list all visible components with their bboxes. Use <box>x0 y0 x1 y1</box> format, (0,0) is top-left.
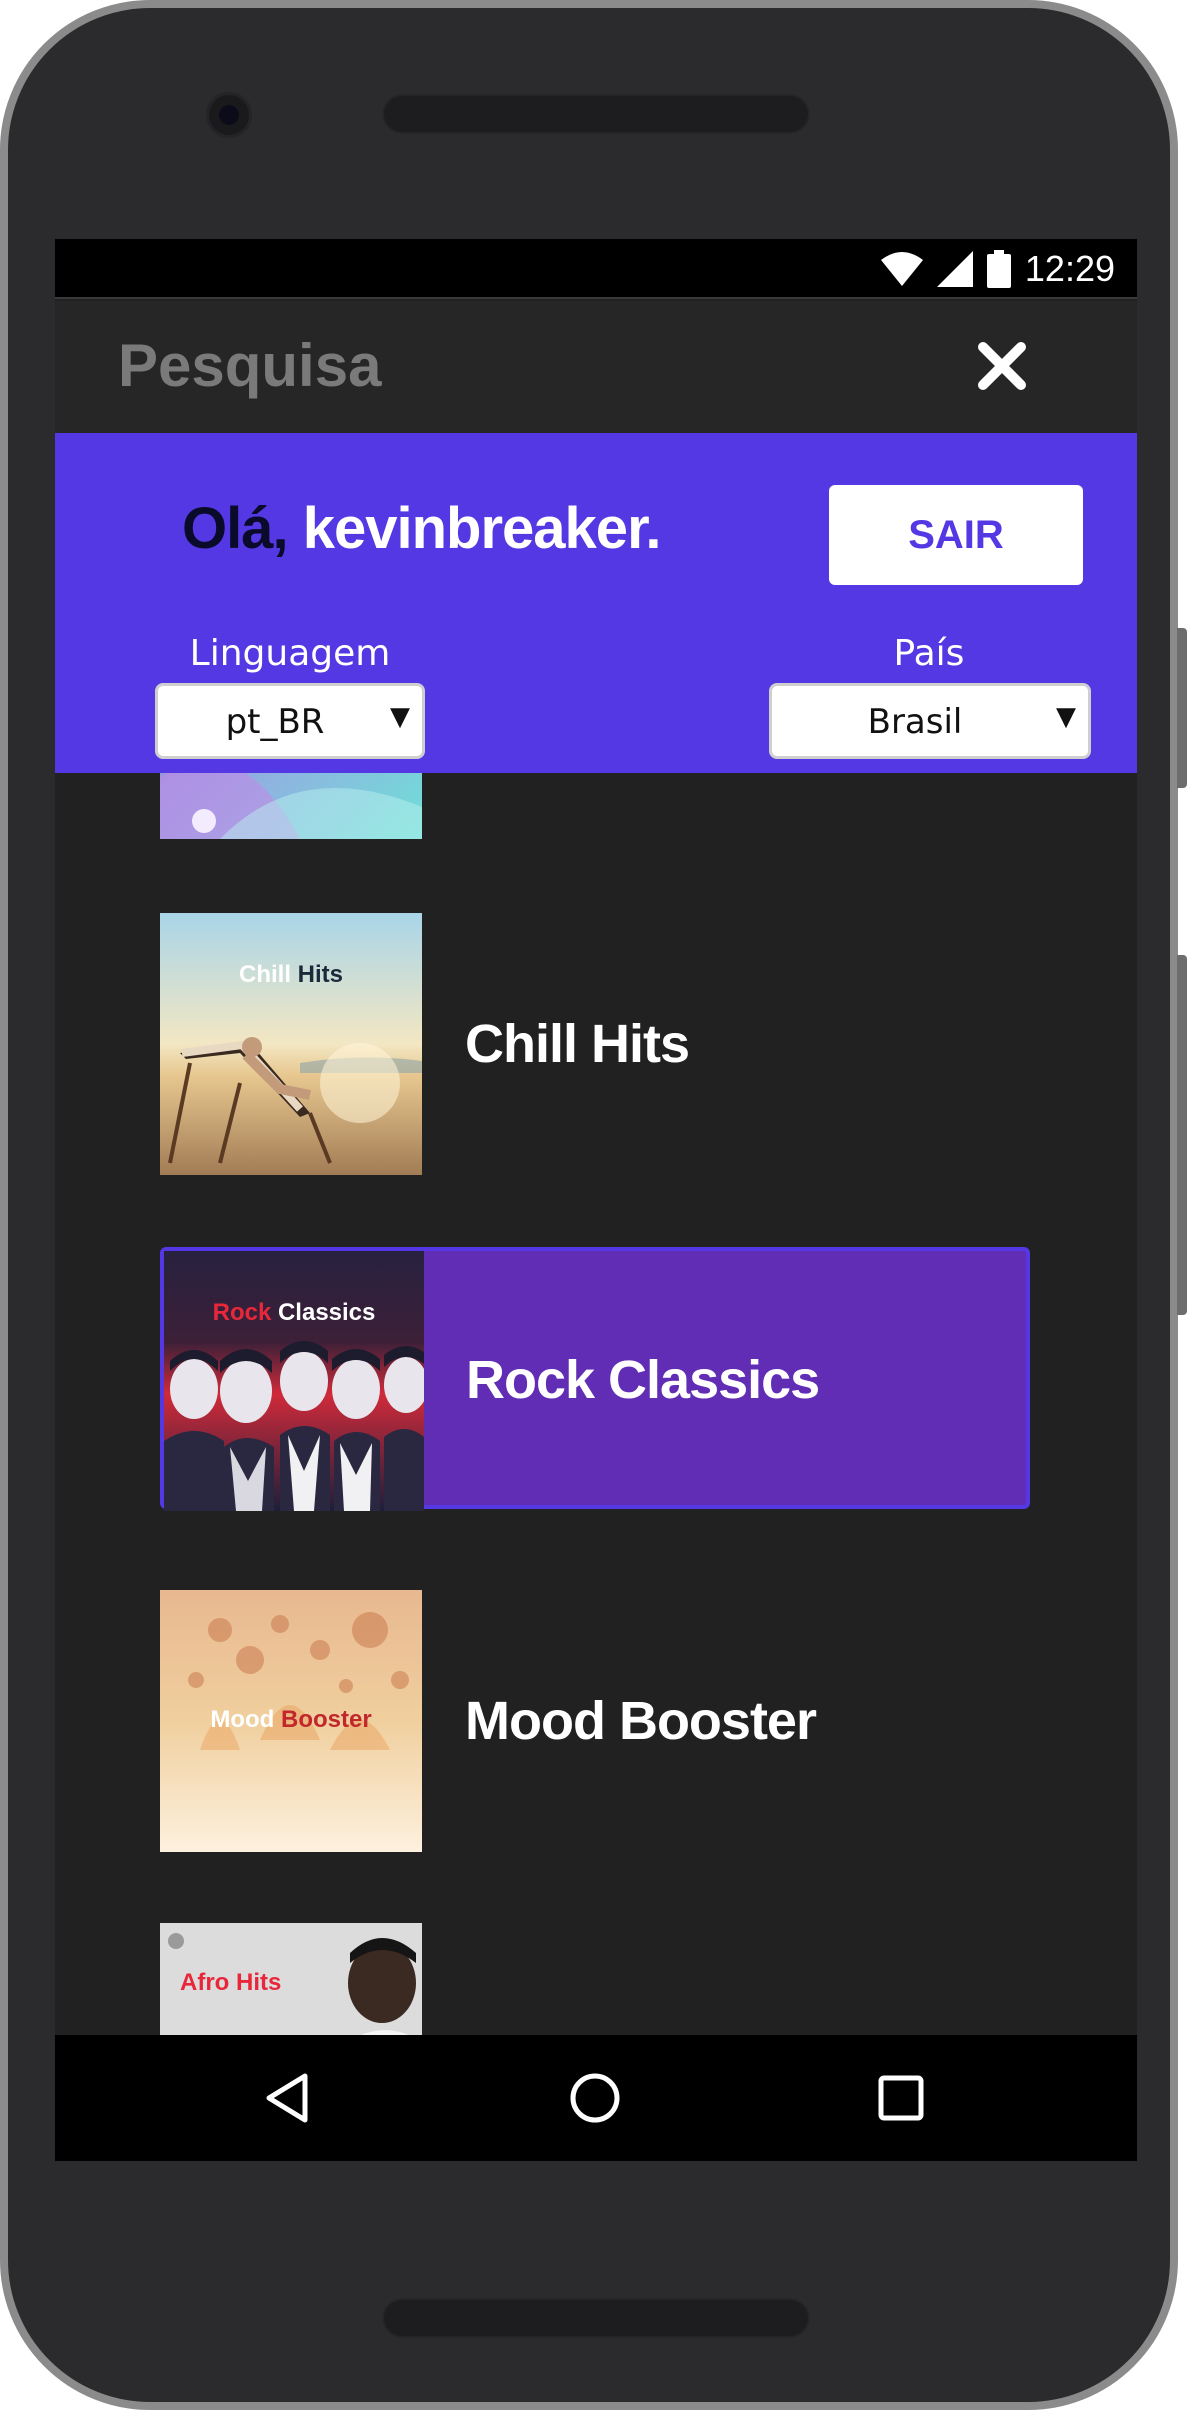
greeting-username: kevinbreaker. <box>287 496 662 561</box>
cover-title: Afro Hits <box>180 1969 282 1996</box>
back-triangle-icon <box>266 2073 308 2123</box>
playlist-item[interactable]: Chill Hits Chill Hits <box>160 913 1030 1175</box>
playlist-cover: Rock Classics <box>164 1251 424 1511</box>
wifi-icon <box>880 252 923 286</box>
greeting-prefix: Olá, <box>182 496 289 561</box>
app-header: Pesquisa <box>55 301 1137 433</box>
front-camera <box>206 92 252 138</box>
country-select[interactable]: Brasil ▼ <box>769 683 1091 759</box>
language-label: Linguagem <box>189 633 391 674</box>
cover-title: Chill Hits <box>238 961 343 988</box>
language-select-value: pt_BR <box>225 702 325 742</box>
playlist-name: Mood Booster <box>465 1691 817 1751</box>
logout-button[interactable]: SAIR <box>829 485 1083 585</box>
playlist-item[interactable] <box>160 773 1030 839</box>
screen: 12:29 Pesquisa Olá, kevinbreaker. SAIR L… <box>55 239 1137 2161</box>
country-label: País <box>893 633 965 674</box>
playlist-list[interactable]: Chill Hits Chill Hits Rock Classics Rock… <box>55 773 1137 2035</box>
playlist-name: Rock Classics <box>466 1350 820 1410</box>
playlist-item[interactable]: Afro Hits <box>160 1923 1030 2035</box>
power-button <box>1177 628 1187 788</box>
system-nav-bar <box>55 2035 1137 2161</box>
page-title: Pesquisa <box>118 332 382 399</box>
back-button[interactable] <box>259 2068 319 2128</box>
playlist-cover <box>160 773 422 839</box>
dropdown-arrow-icon: ▼ <box>390 702 410 732</box>
playlist-item-selected[interactable]: Rock Classics Rock Classics <box>160 1247 1030 1511</box>
cover-title: Mood Booster <box>210 1706 372 1733</box>
playlist-item[interactable]: Mood Booster Mood Booster <box>160 1590 1030 1852</box>
home-button[interactable] <box>565 2068 625 2128</box>
playlist-cover: Mood Booster <box>160 1590 422 1852</box>
close-button[interactable] <box>975 339 1029 393</box>
status-bar: 12:29 <box>55 239 1137 299</box>
dropdown-arrow-icon: ▼ <box>1056 702 1076 732</box>
country-select-value: Brasil <box>867 702 963 742</box>
volume-button <box>1177 955 1187 1315</box>
language-select[interactable]: pt_BR ▼ <box>155 683 425 759</box>
user-panel: Olá, kevinbreaker. SAIR Linguagem pt_BR … <box>55 433 1137 773</box>
recents-button[interactable] <box>871 2068 931 2128</box>
playlist-name: Chill Hits <box>465 1014 690 1074</box>
playlist-cover: Chill Hits <box>160 913 422 1175</box>
playlist-cover: Afro Hits <box>160 1923 422 2035</box>
status-time: 12:29 <box>1024 248 1115 289</box>
greeting: Olá, kevinbreaker. <box>182 495 662 562</box>
bottom-speaker <box>382 2298 810 2338</box>
earpiece-speaker <box>382 94 810 134</box>
recents-square-icon <box>878 2075 924 2121</box>
battery-icon <box>986 250 1011 288</box>
cell-signal-icon <box>936 251 973 287</box>
cover-title: Rock Classics <box>212 1299 376 1326</box>
close-icon <box>978 342 1026 390</box>
phone-frame: 12:29 Pesquisa Olá, kevinbreaker. SAIR L… <box>0 0 1178 2410</box>
home-circle-icon <box>570 2073 620 2123</box>
